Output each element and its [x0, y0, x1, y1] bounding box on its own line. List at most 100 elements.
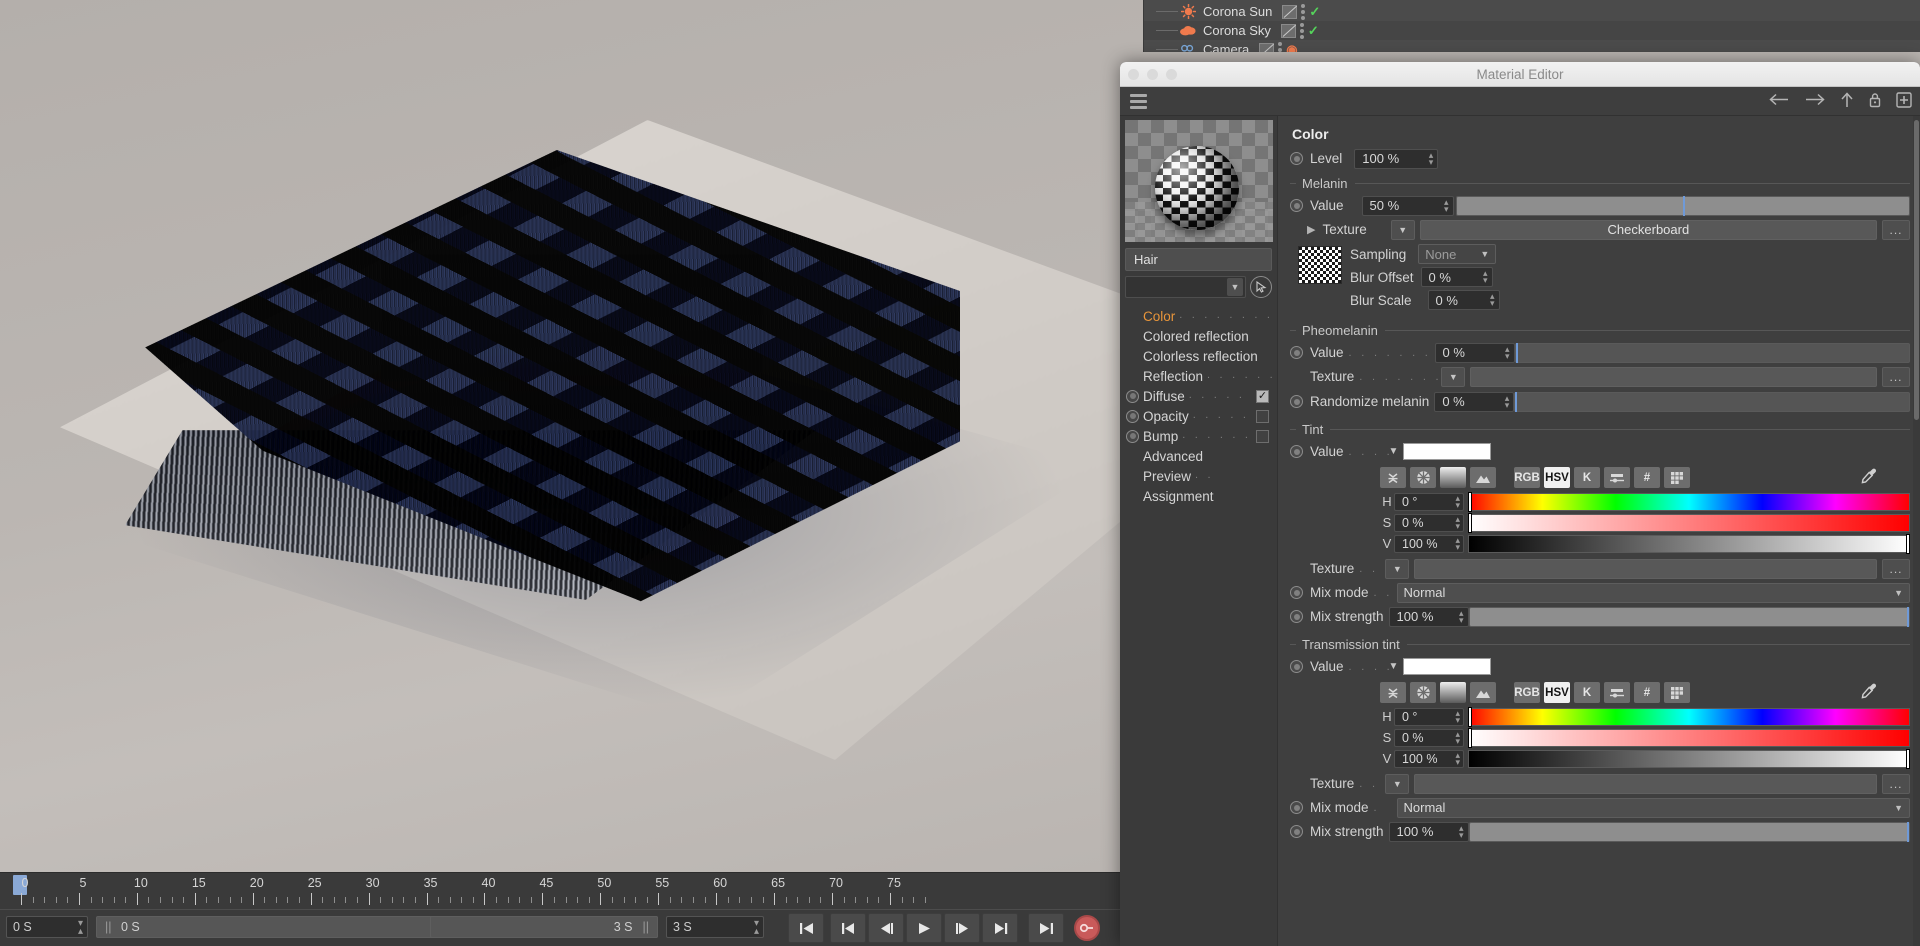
stepper-icon[interactable]: ▴▾ [1444, 199, 1449, 213]
collapse-picker-icon[interactable] [1380, 467, 1406, 488]
stepper-icon[interactable]: ▴▾ [1429, 152, 1434, 166]
material-tag-icon[interactable] [1281, 24, 1296, 38]
eyedropper-icon[interactable] [1860, 467, 1878, 488]
mode-k-button[interactable]: K [1574, 467, 1600, 488]
tint-mix-strength-slider[interactable] [1469, 607, 1910, 627]
toolbar-icon-group[interactable] [1768, 92, 1912, 111]
pheomelanin-texture-field[interactable] [1470, 367, 1877, 387]
material-tag-icon[interactable] [1282, 5, 1297, 19]
expand-arrow-icon[interactable]: ▶ [1307, 223, 1315, 236]
transmission-s-input[interactable]: 0 % ▴▾ [1394, 729, 1464, 747]
chevron-down-icon[interactable]: ▼ [1894, 588, 1903, 598]
stepper-icon[interactable]: ▾▴ [754, 920, 759, 936]
transmission-mix-mode-animate-radio[interactable] [1290, 801, 1303, 814]
melanin-texture-row[interactable]: ▶ Texture ▼ Checkerboard ... [1290, 219, 1910, 240]
pheomelanin-texture-more-button[interactable]: ... [1882, 367, 1910, 387]
object-row-corona-sun[interactable]: Corona Sun ✓ [1144, 2, 1920, 21]
chevron-down-icon[interactable]: ▼ [1894, 803, 1903, 813]
transmission-mix-strength-row[interactable]: Mix strength 100 % ▴▾ [1290, 821, 1910, 842]
cursor-pick-icon[interactable] [1250, 276, 1272, 298]
tint-hue-gradient[interactable] [1468, 493, 1910, 511]
transmission-value-gradient[interactable] [1468, 750, 1910, 768]
forward-arrow-icon[interactable] [1804, 93, 1826, 109]
tint-s-input[interactable]: 0 % ▴▾ [1394, 514, 1464, 532]
tint-texture-field[interactable] [1414, 559, 1877, 579]
tint-mix-mode-animate-radio[interactable] [1290, 586, 1303, 599]
collapse-picker-icon[interactable] [1380, 682, 1406, 703]
range-handle-icon[interactable]: || [643, 917, 650, 937]
transmission-texture-more-button[interactable]: ... [1882, 774, 1910, 794]
swatch-grid-icon[interactable] [1664, 467, 1690, 488]
tint-mix-mode-row[interactable]: Mix mode . . Normal ▼ [1290, 582, 1910, 603]
slider-mode-icon[interactable] [1604, 682, 1630, 703]
tint-texture-row[interactable]: Texture . . . ▼ ... [1290, 558, 1910, 579]
mode-rgb-button[interactable]: RGB [1514, 682, 1540, 703]
transmission-texture-field[interactable] [1414, 774, 1877, 794]
pheomelanin-texture-dropdown-button[interactable]: ▼ [1441, 367, 1465, 387]
stepper-icon[interactable]: ▴▾ [1505, 346, 1510, 360]
image-picker-icon[interactable] [1470, 682, 1496, 703]
channel-radio[interactable] [1126, 390, 1139, 403]
transmission-color-swatch[interactable] [1403, 658, 1491, 675]
chevron-down-icon[interactable]: ▼ [1227, 278, 1243, 296]
channel-checkbox[interactable]: ✓ [1256, 430, 1269, 443]
level-input[interactable]: 100 % ▴▾ [1354, 149, 1438, 169]
slider-knob[interactable] [1515, 392, 1517, 412]
sidebar-item-color[interactable]: Color . . . . . . . . . . [1120, 306, 1277, 326]
play-button[interactable] [906, 913, 942, 943]
stepper-icon[interactable]: ▴▾ [1455, 731, 1460, 745]
mode-hsv-button[interactable]: HSV [1544, 467, 1570, 488]
sidebar-item-advanced[interactable]: Advanced [1120, 446, 1277, 466]
window-titlebar[interactable]: Material Editor [1120, 62, 1920, 87]
tint-s-row[interactable]: S 0 % ▴▾ [1380, 513, 1910, 532]
tint-v-input[interactable]: 100 % ▴▾ [1394, 535, 1464, 553]
slider-knob[interactable] [1907, 822, 1909, 842]
tint-mix-mode-select[interactable]: Normal ▼ [1397, 583, 1910, 603]
channel-radio[interactable] [1126, 430, 1139, 443]
stepper-icon[interactable]: ▴▾ [1459, 825, 1464, 839]
stepper-icon[interactable]: ▴▾ [1455, 752, 1460, 766]
slider-knob[interactable] [1683, 196, 1685, 216]
stepper-icon[interactable]: ▴▾ [1459, 610, 1464, 624]
randomize-melanin-row[interactable]: Randomize melanin 0 % ▴▾ [1290, 391, 1910, 412]
level-animate-radio[interactable] [1290, 152, 1303, 165]
melanin-value-row[interactable]: Value 50 % ▴▾ [1290, 195, 1910, 216]
go-to-end-button[interactable] [1028, 913, 1064, 943]
object-tags[interactable]: ✓ [1281, 23, 1319, 39]
channel-checkbox[interactable]: ✓ [1256, 410, 1269, 423]
sidebar-item-preview[interactable]: Preview . . [1120, 466, 1277, 486]
blur-scale-input[interactable]: 0 % ▴▾ [1428, 290, 1500, 310]
randomize-melanin-animate-radio[interactable] [1290, 395, 1303, 408]
transmission-saturation-gradient[interactable] [1468, 729, 1910, 747]
slider-knob[interactable] [1907, 607, 1909, 627]
texture-sub-params[interactable]: Sampling None ▼ Blur Offset 0 % ▴▾ [1350, 244, 1910, 313]
melanin-value-slider[interactable] [1456, 196, 1910, 216]
lock-icon[interactable] [1868, 92, 1882, 111]
visibility-check-icon[interactable]: ◉ [1286, 42, 1297, 53]
gradient-knob[interactable] [1469, 729, 1471, 747]
blur-offset-input[interactable]: 0 % ▴▾ [1421, 267, 1493, 287]
record-key-button[interactable] [1074, 915, 1100, 941]
gradient-picker-icon[interactable] [1440, 682, 1466, 703]
tint-swatch-dropdown-icon[interactable]: ▼ [1389, 446, 1399, 457]
tint-saturation-gradient[interactable] [1468, 514, 1910, 532]
blur-scale-row[interactable]: Blur Scale 0 % ▴▾ [1350, 290, 1910, 310]
next-key-button[interactable] [982, 913, 1018, 943]
material-preview[interactable] [1125, 120, 1273, 242]
material-name-field[interactable]: Hair [1125, 248, 1272, 271]
mode-rgb-button[interactable]: RGB [1514, 467, 1540, 488]
tint-value-gradient[interactable] [1468, 535, 1910, 553]
pheomelanin-value-row[interactable]: Value . . . . . . . . . 0 % ▴▾ [1290, 342, 1910, 363]
sidebar-item-bump[interactable]: Bump . . . . . . . . . . ✓ [1120, 426, 1277, 446]
material-tag-icon[interactable] [1259, 43, 1274, 53]
gradient-knob[interactable] [1469, 708, 1471, 726]
back-arrow-icon[interactable] [1768, 93, 1790, 109]
sidebar-item-diffuse[interactable]: Diffuse . . . . . . . . . ✓ [1120, 386, 1277, 406]
scrollbar-thumb[interactable] [1914, 120, 1919, 420]
slider-mode-icon[interactable] [1604, 467, 1630, 488]
sampling-select[interactable]: None ▼ [1418, 244, 1496, 264]
tint-value-row[interactable]: Value . . . . ▼ [1290, 441, 1910, 462]
color-wheel-icon[interactable] [1410, 467, 1436, 488]
stepper-icon[interactable]: ▴▾ [1455, 516, 1460, 530]
channel-radio[interactable] [1126, 410, 1139, 423]
